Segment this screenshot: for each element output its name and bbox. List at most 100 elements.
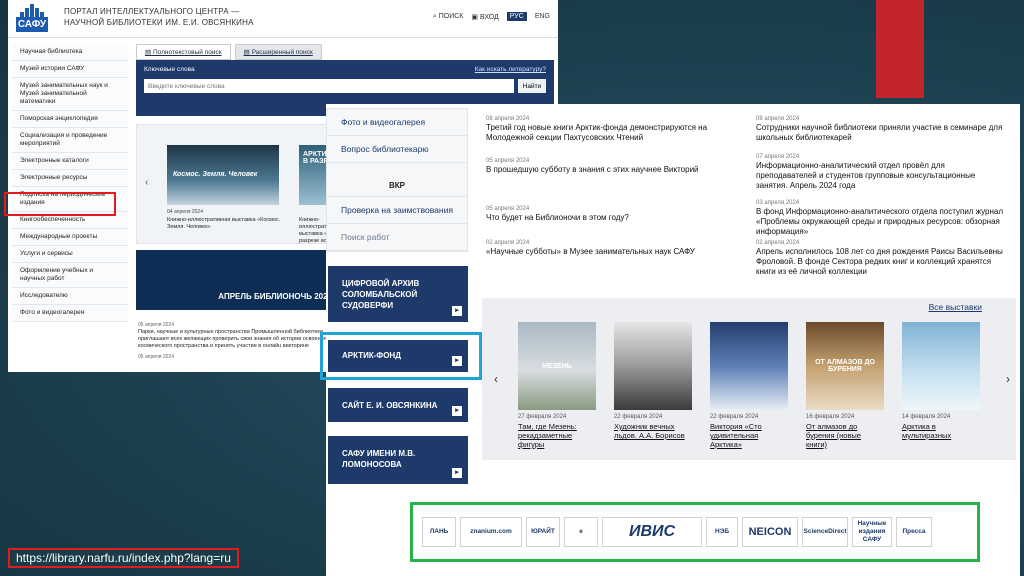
exhibition-date: 14 февраля 2024 [902, 414, 951, 420]
exhibition-title[interactable]: Художник вечных льдов. А.А. Борисов [614, 422, 692, 440]
digital-archive-button[interactable]: ЦИФРОВОЙ АРХИВ СОЛОМБАЛЬСКОЙ СУДОВЕРФИ ▸ [328, 266, 468, 322]
sidebar-menu: Научная библиотека Музей истории САФУ Музе… [12, 44, 128, 322]
news-list: 08 апреля 2024 Третий год новые книги Арк… [476, 104, 1020, 292]
exhibition-caption[interactable]: Книжно-иллюстративная выставка «Космос. … [167, 217, 285, 231]
arrow-right-icon: ▸ [452, 406, 462, 416]
news-text[interactable]: Парки, научные и культурные пространства… [138, 329, 338, 350]
tab-advanced-search[interactable]: ▤ Расширенный поиск [234, 44, 322, 60]
sidebar-item[interactable]: Поморская энциклопедия [12, 111, 128, 128]
header-actions: ⌕ ПОИСК ▣ ВХОД РУС ENG [433, 12, 550, 21]
how-to-search-link[interactable]: Как искать литературу? [475, 66, 546, 73]
biblionight-text: АПРЕЛЬ БИБЛИОНОЧЬ 2024 [218, 292, 332, 301]
biblionight-banner[interactable]: АПРЕЛЬ БИБЛИОНОЧЬ 2024 [136, 250, 336, 310]
news-title[interactable]: «Научные субботы» в Музее занимательных … [486, 247, 730, 257]
document-icon: ▤ [145, 49, 152, 56]
document-icon: ▤ [243, 49, 250, 56]
news-date: 05 апреля 2024 [138, 354, 174, 360]
exhibition-card[interactable]: МЕЗЕНЬ 27 февраля 2024 Там, где Мезень: ре… [518, 322, 596, 449]
exhibition-date: 27 февраля 2024 [518, 414, 567, 420]
ovsyankin-site-button[interactable]: САЙТ Е. И. ОВСЯНКИНА ▸ [328, 388, 468, 422]
news-item: 07 апреля 2024 Информационно-аналитически… [756, 154, 1006, 191]
menu-item-ask-librarian[interactable]: Вопрос библиотекарю [327, 136, 467, 163]
news-item: 02 апреля 2024 Апрель исполнилось 108 лет… [756, 240, 1006, 277]
gallery-prev-arrow-icon[interactable]: ‹ [494, 372, 498, 386]
search-icon: ⌕ [432, 12, 437, 20]
exhibition-card[interactable]: 14 февраля 2024 Арктика в мультиразных [902, 322, 980, 440]
news-item: 08 апреля 2024 Третий год новые книги Арк… [486, 116, 730, 143]
news-title[interactable]: Сотрудники научной библиотеки приняли уч… [756, 123, 1006, 143]
highlight-partners [410, 502, 980, 562]
safu-logo[interactable]: САФУ [16, 4, 48, 34]
lang-ru-button[interactable]: РУС [506, 12, 527, 21]
exhibition-card[interactable]: 22 февраля 2024 Виктория «Сто удивительна… [710, 322, 788, 449]
exhibition-image[interactable] [710, 322, 788, 410]
exhibition-card[interactable]: 22 февраля 2024 Художник вечных льдов. А.… [614, 322, 692, 440]
news-item: 05 апреля 2024 В прошедшую субботу в знан… [486, 158, 730, 175]
sidebar-item[interactable]: Музей истории САФУ [12, 61, 128, 78]
exhibitions-gallery: Все выставки ‹ › МЕЗЕНЬ 27 февраля 2024 Та… [482, 298, 1016, 460]
lang-en-button[interactable]: ENG [535, 13, 550, 20]
sidebar-item[interactable]: Международные проекты [12, 229, 128, 246]
sidebar-item[interactable]: Музей занимательных наук и Музей занимат… [12, 78, 128, 111]
sidebar-item[interactable]: Услуги и сервисы [12, 246, 128, 263]
all-exhibitions-link[interactable]: Все выставки [929, 302, 982, 312]
exhibition-title[interactable]: От алмазов до бурения (новые книги) [806, 422, 884, 449]
arrow-right-icon: ▸ [452, 468, 462, 478]
exhibition-image[interactable]: ОТ АЛМАЗОВ ДО БУРЕНИЯ [806, 322, 884, 410]
portal-header: САФУ ПОРТАЛ ИНТЕЛЛЕКТУАЛЬНОГО ЦЕНТРА — Н… [8, 0, 558, 38]
exhibition-title[interactable]: Арктика в мультиразных [902, 422, 980, 440]
news-date: 03 апреля 2024 [756, 200, 800, 206]
sidebar-item[interactable]: Научная библиотека [12, 44, 128, 61]
news-title[interactable]: В фонд Информационно-аналитического отде… [756, 207, 1006, 237]
exhibition-image[interactable] [614, 322, 692, 410]
tab-fulltext-search[interactable]: ▤ Полнотекстовый поиск [136, 44, 231, 60]
exhibition-image-cosmos[interactable]: Космос. Земля. Человек [167, 145, 279, 205]
safu-lomonosov-button[interactable]: САФУ ИМЕНИ М.В. ЛОМОНОСОВА ▸ [328, 436, 468, 484]
exhibition-title[interactable]: Виктория «Сто удивительная Арктика» [710, 422, 788, 449]
exhibition-date: 22 февраля 2024 [710, 414, 759, 420]
sidebar-item[interactable]: Социализация и проведение мероприятий [12, 128, 128, 153]
news-title[interactable]: Третий год новые книги Арктик-фонда демо… [486, 123, 730, 143]
carousel-prev-arrow-icon[interactable]: ‹ [145, 177, 148, 188]
news-title[interactable]: В прошедшую субботу в знания с этих науч… [486, 165, 730, 175]
news-date: 05 апреля 2024 [138, 322, 174, 328]
news-item: 05 апреля 2024 Парки, научные и культурн… [138, 322, 338, 361]
arrow-right-icon: ▸ [452, 306, 462, 316]
menu-item-gallery[interactable]: Фото и видеогалерея [327, 109, 467, 136]
exhibition-date: 16 февраля 2024 [806, 414, 855, 420]
search-link[interactable]: ⌕ ПОИСК [433, 13, 464, 21]
exhibition-image[interactable] [902, 322, 980, 410]
find-button[interactable]: Найти [518, 79, 546, 93]
menu-item-plagiarism-check[interactable]: Проверка на заимствования [327, 197, 467, 224]
news-item: 03 апреля 2024 В фонд Информационно-анали… [756, 200, 1006, 237]
news-date: 07 апреля 2024 [756, 154, 800, 160]
news-item: 08 апреля 2024 Сотрудники научной библиот… [756, 116, 1006, 143]
sidebar-item[interactable]: Электронные ресурсы [12, 170, 128, 187]
highlight-arctic-fund [320, 332, 482, 380]
news-date: 05 апреля 2024 [486, 206, 530, 212]
news-title[interactable]: Апрель исполнилось 108 лет со дня рожден… [756, 247, 1006, 277]
exhibition-image[interactable]: МЕЗЕНЬ [518, 322, 596, 410]
gallery-next-arrow-icon[interactable]: › [1006, 372, 1010, 386]
news-title[interactable]: Что будет на Библионочи в этом году? [486, 213, 730, 223]
news-date: 08 апреля 2024 [756, 116, 800, 122]
lock-icon: ▣ [471, 13, 478, 21]
keywords-input[interactable] [144, 79, 514, 93]
sidebar-item[interactable]: Оформление учебных и научных работ [12, 263, 128, 288]
portal-title: ПОРТАЛ ИНТЕЛЛЕКТУАЛЬНОГО ЦЕНТРА — НАУЧНО… [64, 7, 254, 27]
decorative-red-bar [876, 0, 924, 98]
exhibition-date: 22 февраля 2024 [614, 414, 663, 420]
news-date: 05 апреля 2024 [486, 158, 530, 164]
news-item: 05 апреля 2024 Что будет на Библионочи в … [486, 206, 730, 223]
sidebar-item[interactable]: Исследователю [12, 288, 128, 305]
highlight-electronic-resources [4, 192, 116, 216]
exhibition-card[interactable]: ОТ АЛМАЗОВ ДО БУРЕНИЯ 16 февраля 2024 От а… [806, 322, 884, 449]
login-link[interactable]: ▣ ВХОД [471, 13, 498, 21]
news-date: 08 апреля 2024 [486, 116, 530, 122]
news-title[interactable]: Информационно-аналитический отдел провёл… [756, 161, 1006, 191]
search-tabs: ▤ Полнотекстовый поиск ▤ Расширенный пои… [136, 44, 554, 60]
exhibition-title[interactable]: Там, где Мезень: рекадзаметные фигуры [518, 422, 596, 449]
sidebar-item[interactable]: Электронные каталоги [12, 153, 128, 170]
sidebar-item[interactable]: Фото и видеогалерея [12, 305, 128, 322]
menu-item-search-works[interactable]: Поиск работ [327, 224, 467, 251]
